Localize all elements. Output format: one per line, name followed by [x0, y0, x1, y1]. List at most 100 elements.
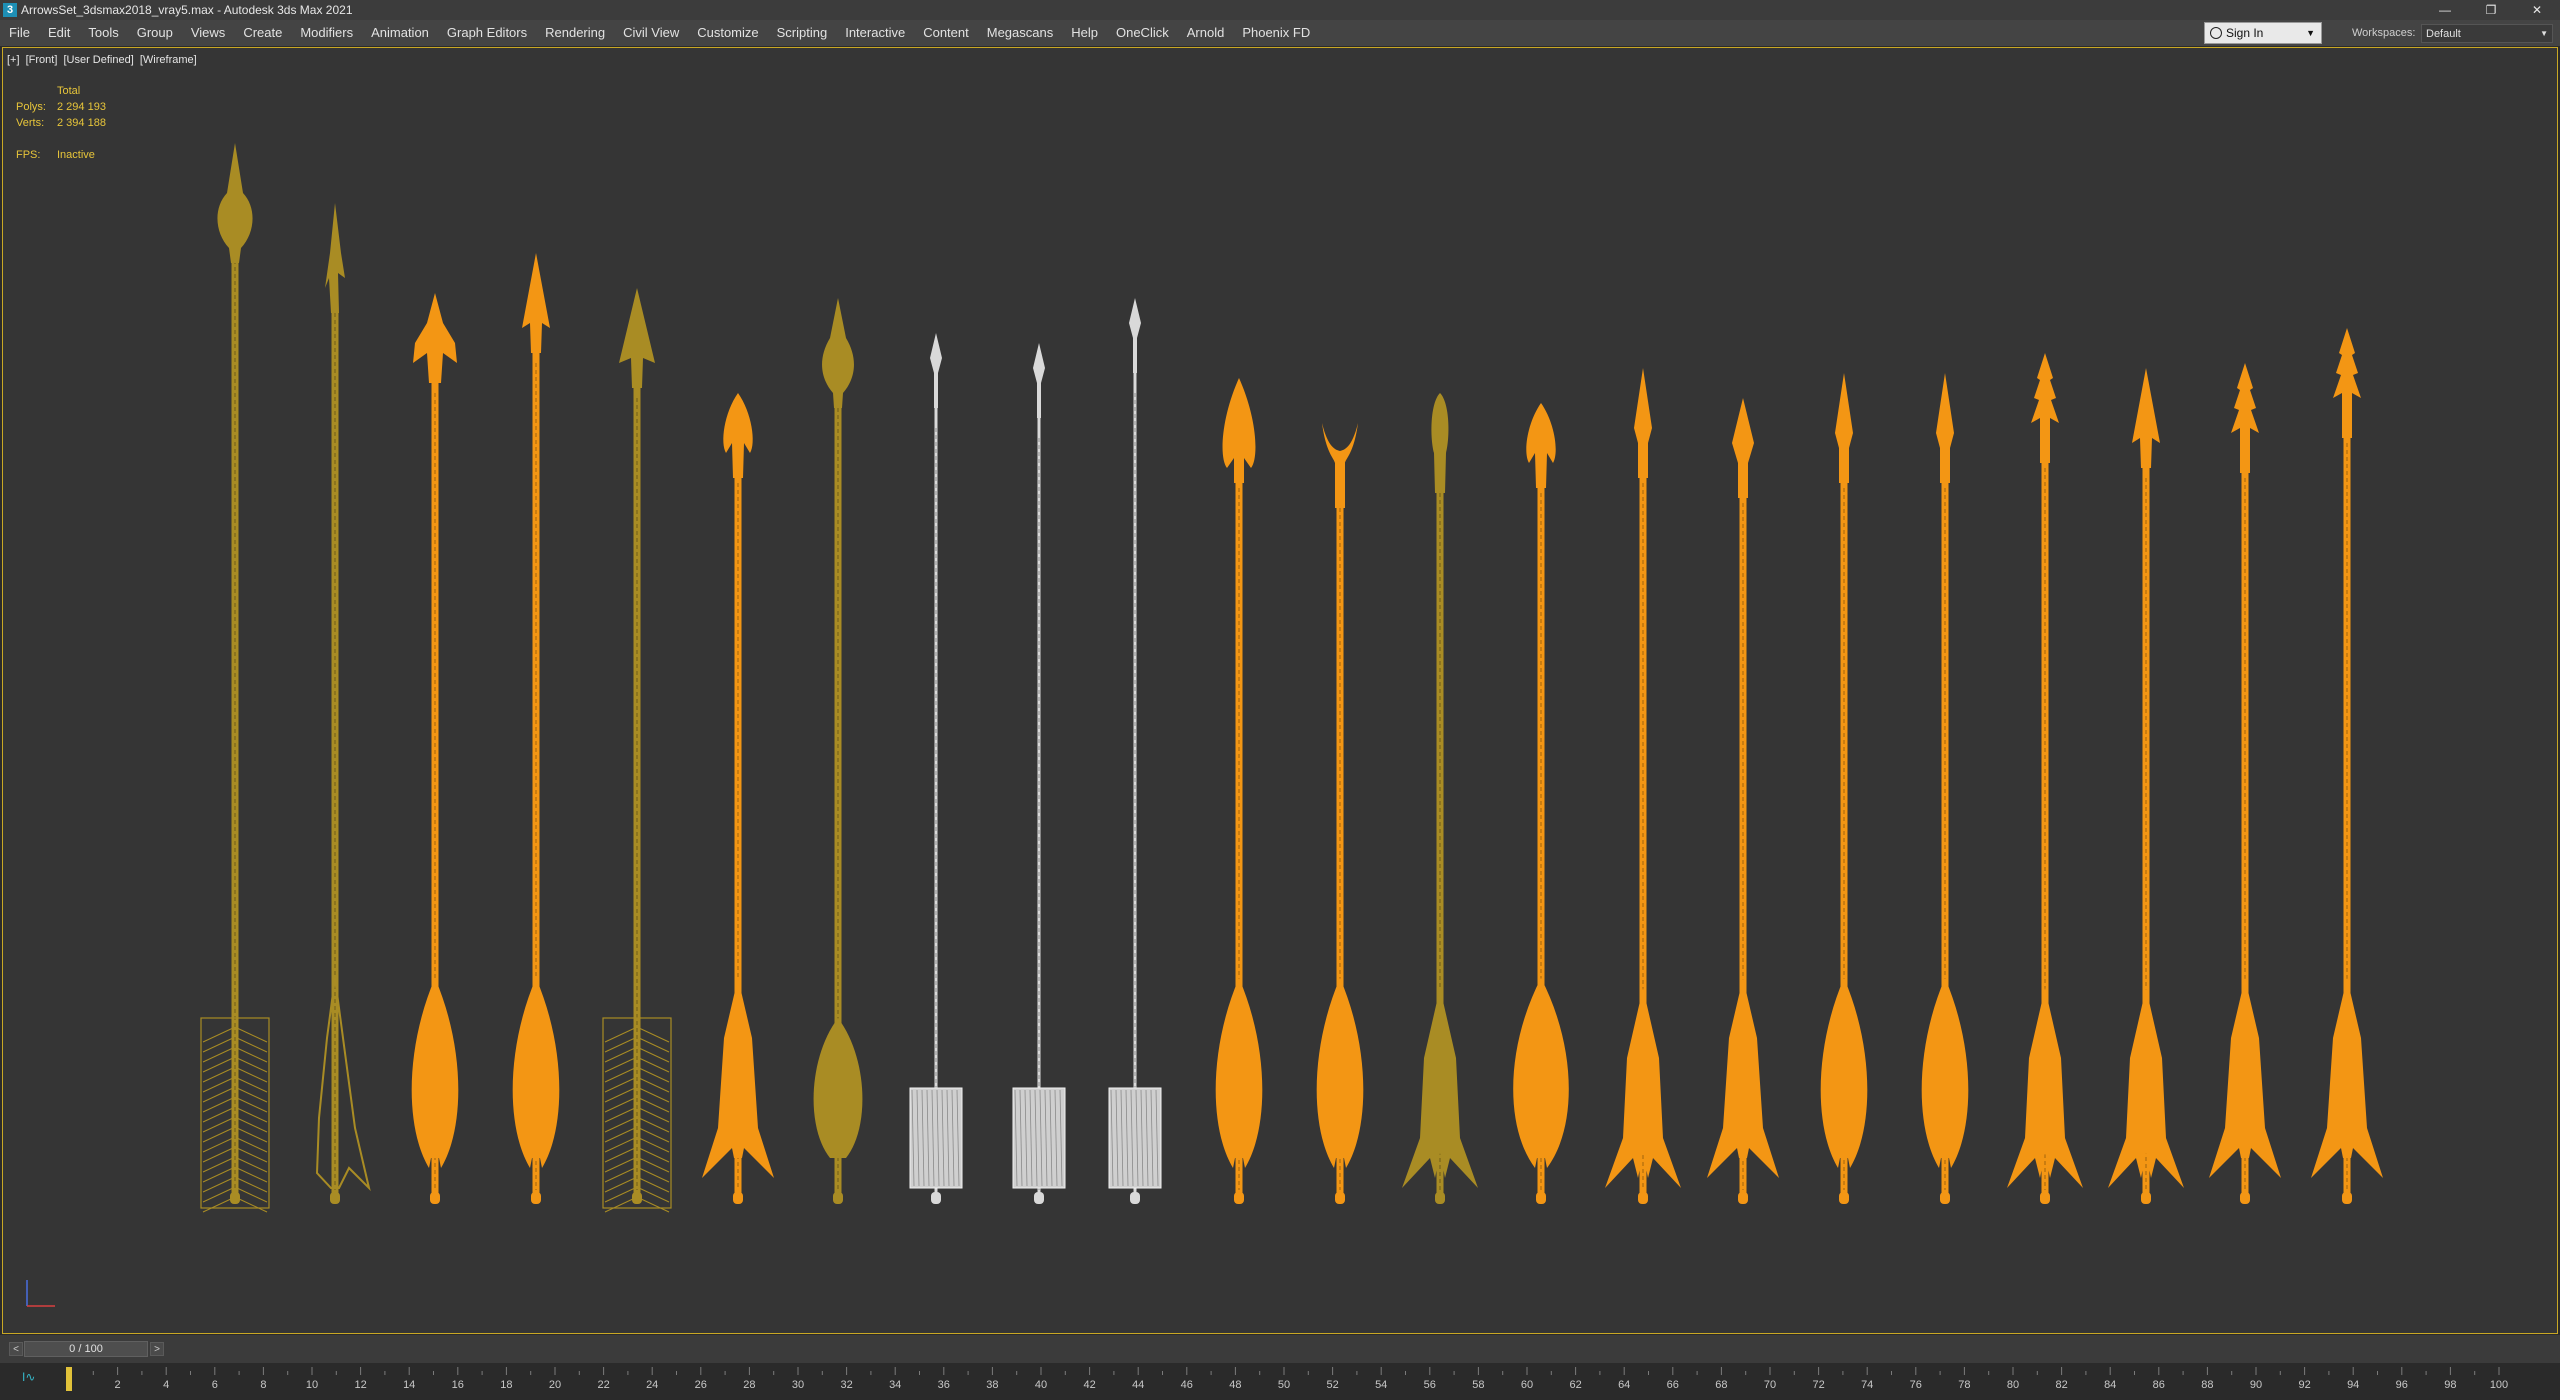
- menu-animation[interactable]: Animation: [362, 20, 438, 46]
- arrow-fletching-12: [1316, 978, 1364, 1168]
- menu-rendering[interactable]: Rendering: [536, 20, 614, 46]
- ruler-label: 16: [452, 1379, 464, 1391]
- arrow-fletching-22: [2311, 978, 2383, 1178]
- menu-bar: File Edit Tools Group Views Create Modif…: [0, 20, 2560, 46]
- arrow-model-20[interactable]: [2108, 368, 2184, 1204]
- arrow-head-7: [822, 298, 854, 408]
- menu-civil-view[interactable]: Civil View: [614, 20, 688, 46]
- menu-views[interactable]: Views: [182, 20, 234, 46]
- menu-scripting[interactable]: Scripting: [768, 20, 837, 46]
- ruler-label: 2: [115, 1379, 121, 1391]
- window-controls: — ❐ ✕: [2422, 0, 2560, 20]
- ruler-label: 98: [2444, 1379, 2456, 1391]
- ruler-label: 6: [212, 1379, 218, 1391]
- ruler-label: 90: [2250, 1379, 2262, 1391]
- arrow-head-17: [1835, 373, 1853, 483]
- arrow-model-6[interactable]: [702, 393, 774, 1204]
- arrow-head-16: [1732, 398, 1754, 498]
- sign-in-label: Sign In: [2226, 26, 2264, 40]
- arrow-model-16[interactable]: [1707, 398, 1779, 1204]
- minimize-button[interactable]: —: [2422, 0, 2468, 20]
- arrow-model-17[interactable]: [1820, 373, 1868, 1204]
- menu-create[interactable]: Create: [234, 20, 291, 46]
- ruler-label: 28: [743, 1379, 755, 1391]
- menu-edit[interactable]: Edit: [39, 20, 79, 46]
- ruler-label: 30: [792, 1379, 804, 1391]
- arrow-model-21[interactable]: [2209, 363, 2281, 1204]
- ruler-label: 62: [1569, 1379, 1581, 1391]
- ruler-label: 48: [1229, 1379, 1241, 1391]
- arrow-model-9[interactable]: [1012, 343, 1066, 1204]
- ruler-label: 18: [500, 1379, 512, 1391]
- menu-modifiers[interactable]: Modifiers: [291, 20, 362, 46]
- ruler-label: 78: [1958, 1379, 1970, 1391]
- sign-in-dropdown[interactable]: Sign In ▼: [2204, 22, 2322, 44]
- axis-gizmo: [26, 1280, 55, 1307]
- workspaces-select[interactable]: Default ▼: [2421, 24, 2553, 43]
- arrow-model-7[interactable]: [813, 298, 863, 1204]
- arrow-fletching-7: [813, 1018, 863, 1158]
- arrow-models: [200, 143, 2383, 1213]
- arrow-fletching-14: [1513, 978, 1569, 1168]
- arrow-model-3[interactable]: [411, 293, 459, 1204]
- arrow-model-22[interactable]: [2311, 328, 2383, 1204]
- previous-frame-button[interactable]: <: [9, 1342, 23, 1356]
- arrow-fletching-11: [1215, 978, 1263, 1168]
- arrow-model-12[interactable]: [1316, 423, 1364, 1204]
- track-bar[interactable]: 2 4 6 8 10 12 14 16 18 20 22 24 26 28 30 32 34 36 38 40 42 44…: [0, 1363, 2560, 1400]
- menu-customize[interactable]: Customize: [688, 20, 767, 46]
- ruler-label: 54: [1375, 1379, 1387, 1391]
- arrow-model-1[interactable]: [200, 143, 270, 1213]
- title-bar: 3 ArrowsSet_3dsmax2018_vray5.max - Autod…: [0, 0, 2560, 20]
- next-frame-button[interactable]: >: [150, 1342, 164, 1356]
- arrow-head-13: [1431, 393, 1449, 493]
- close-button[interactable]: ✕: [2514, 0, 2560, 20]
- arrow-head-5: [619, 288, 655, 388]
- menu-graph-editors[interactable]: Graph Editors: [438, 20, 536, 46]
- app-icon[interactable]: 3: [3, 3, 17, 17]
- arrow-model-18[interactable]: [1921, 373, 1969, 1204]
- arrow-head-19: [2031, 353, 2059, 463]
- menu-content[interactable]: Content: [914, 20, 978, 46]
- arrow-model-14[interactable]: [1513, 403, 1569, 1204]
- arrow-model-2[interactable]: [315, 203, 371, 1204]
- arrow-head-22: [2333, 328, 2361, 438]
- menu-arnold[interactable]: Arnold: [1178, 20, 1234, 46]
- arrow-model-13[interactable]: [1402, 393, 1478, 1204]
- ruler-label: 82: [2055, 1379, 2067, 1391]
- arrow-model-8[interactable]: [909, 333, 963, 1204]
- arrow-head-12: [1322, 423, 1358, 508]
- key-mode-icon[interactable]: I∿: [22, 1370, 35, 1384]
- arrow-fletching-2: [315, 977, 371, 1192]
- arrow-fletching-3: [411, 978, 459, 1168]
- time-slider-thumb[interactable]: 0 / 100: [24, 1341, 148, 1357]
- current-frame-marker[interactable]: [66, 1367, 72, 1391]
- ruler-label: 42: [1083, 1379, 1095, 1391]
- menu-tools[interactable]: Tools: [79, 20, 127, 46]
- arrow-model-19[interactable]: [2007, 353, 2083, 1204]
- ruler-label: 12: [354, 1379, 366, 1391]
- restore-button[interactable]: ❐: [2468, 0, 2514, 20]
- chevron-down-icon: ▼: [2540, 29, 2548, 38]
- time-slider: < 0 / 100 >: [0, 1335, 2560, 1363]
- menu-phoenix-fd[interactable]: Phoenix FD: [1233, 20, 1319, 46]
- menu-oneclick[interactable]: OneClick: [1107, 20, 1178, 46]
- ruler-label: 70: [1764, 1379, 1776, 1391]
- arrow-model-10[interactable]: [1108, 298, 1162, 1204]
- arrow-head-3: [413, 293, 457, 383]
- arrow-model-15[interactable]: [1605, 368, 1681, 1204]
- menu-group[interactable]: Group: [128, 20, 182, 46]
- menu-megascans[interactable]: Megascans: [978, 20, 1062, 46]
- frame-ruler: 2 4 6 8 10 12 14 16 18 20 22 24 26 28 30 32 34 36 38 40 42 44…: [66, 1367, 2508, 1391]
- window-title: ArrowsSet_3dsmax2018_vray5.max - Autodes…: [21, 3, 353, 17]
- arrow-model-11[interactable]: [1215, 378, 1263, 1204]
- ruler-label: 64: [1618, 1379, 1630, 1391]
- menu-interactive[interactable]: Interactive: [836, 20, 914, 46]
- arrow-model-4[interactable]: [512, 253, 560, 1204]
- arrow-fletching-21: [2209, 978, 2281, 1178]
- arrow-model-5[interactable]: [602, 288, 672, 1213]
- front-viewport[interactable]: [+] [Front] [User Defined] [Wireframe] T…: [2, 47, 2558, 1334]
- menu-file[interactable]: File: [0, 20, 39, 46]
- arrow-fletching-4: [512, 978, 560, 1168]
- menu-help[interactable]: Help: [1062, 20, 1107, 46]
